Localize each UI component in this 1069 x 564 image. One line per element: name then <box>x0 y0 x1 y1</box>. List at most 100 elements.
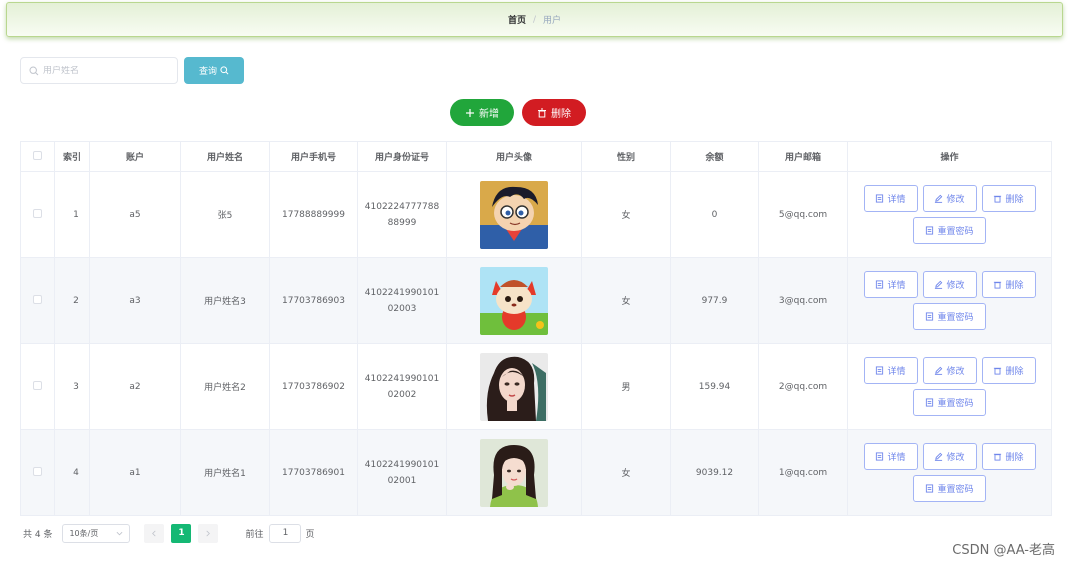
row-checkbox[interactable] <box>33 208 42 218</box>
cell-actions: 详情 修改 删除 重置密码 <box>847 257 1052 344</box>
cell-id-card: 410224199010102001 <box>357 429 447 516</box>
page-number-current[interactable]: 1 <box>171 523 192 543</box>
query-button-label: 查询 <box>198 67 217 77</box>
cell-email: 2@qq.com <box>758 343 848 430</box>
cell-index: 2 <box>54 257 90 344</box>
chevron-right-icon <box>206 530 211 536</box>
delete-label: 删除 <box>1005 453 1024 463</box>
detail-button[interactable]: 详情 <box>863 443 918 470</box>
cell-phone: 17703786901 <box>269 429 358 516</box>
breadcrumb-home[interactable]: 首页 <box>508 13 526 26</box>
edit-button[interactable]: 修改 <box>922 185 977 212</box>
delete-button[interactable]: 删除 <box>981 357 1036 384</box>
cartoon-fox-avatar[interactable] <box>480 266 548 335</box>
cell-account: a5 <box>89 171 181 258</box>
pencil-icon <box>935 280 943 289</box>
reset-password-button[interactable]: 重置密码 <box>913 475 986 502</box>
detail-label: 详情 <box>887 195 906 205</box>
col-header-account: 账户 <box>89 141 181 172</box>
cell-id-card: 410224199010102003 <box>357 257 447 344</box>
detail-button[interactable]: 详情 <box>863 357 918 384</box>
trash-icon <box>994 453 1002 461</box>
delete-button[interactable]: 删除 <box>981 185 1036 212</box>
trash-icon <box>994 281 1002 289</box>
next-page-button[interactable] <box>198 523 219 543</box>
reset-password-button[interactable]: 重置密码 <box>913 217 986 244</box>
select-all-checkbox[interactable] <box>33 150 42 160</box>
trash-icon <box>538 108 546 117</box>
row-checkbox[interactable] <box>33 294 42 304</box>
edit-button[interactable]: 修改 <box>922 443 977 470</box>
select-all-cell <box>20 141 55 172</box>
delete-button[interactable]: 删除 <box>981 271 1036 298</box>
cell-gender: 女 <box>581 257 671 344</box>
reset-password-label: 重置密码 <box>937 227 974 237</box>
col-header-name: 用户姓名 <box>180 141 270 172</box>
edit-button[interactable]: 修改 <box>922 271 977 298</box>
user-table: 索引 账户 用户姓名 用户手机号 用户身份证号 用户头像 性别 余额 用户邮箱 … <box>20 141 1052 516</box>
row-select-cell <box>20 343 55 430</box>
watermark: CSDN @AA-老高 <box>952 543 1055 558</box>
chevron-left-icon <box>152 530 157 536</box>
col-header-phone: 用户手机号 <box>269 141 358 172</box>
document-icon <box>876 452 884 461</box>
detail-button[interactable]: 详情 <box>863 271 918 298</box>
document-icon <box>926 398 934 407</box>
row-checkbox[interactable] <box>33 380 42 390</box>
col-header-index: 索引 <box>54 141 90 172</box>
cell-name: 用户姓名3 <box>180 257 270 344</box>
cartoon-boy-glasses-avatar[interactable] <box>480 180 548 249</box>
cell-email: 3@qq.com <box>758 257 848 344</box>
search-field[interactable] <box>20 57 178 84</box>
document-icon <box>876 280 884 289</box>
page-size-select[interactable]: 10条/页 <box>62 523 131 543</box>
cell-actions: 详情 修改 删除 重置密码 <box>847 429 1052 516</box>
girl-photo-avatar[interactable] <box>480 438 548 507</box>
edit-label: 修改 <box>946 281 965 291</box>
cell-balance: 0 <box>670 171 759 258</box>
table-row: 4 a1 用户姓名1 17703786901 41022419901010200… <box>20 429 1052 516</box>
cell-account: a3 <box>89 257 181 344</box>
col-header-gender: 性别 <box>581 141 671 172</box>
edit-button[interactable]: 修改 <box>922 357 977 384</box>
cell-email: 5@qq.com <box>758 171 848 258</box>
illustrated-woman-avatar[interactable] <box>480 352 548 421</box>
detail-label: 详情 <box>887 453 906 463</box>
row-select-cell <box>20 429 55 516</box>
edit-label: 修改 <box>946 367 965 377</box>
edit-label: 修改 <box>946 453 965 463</box>
cell-name: 用户姓名2 <box>180 343 270 430</box>
col-header-avatar: 用户头像 <box>446 141 582 172</box>
delete-label: 删除 <box>1005 367 1024 377</box>
batch-delete-label: 删除 <box>551 109 571 120</box>
delete-button[interactable]: 删除 <box>981 443 1036 470</box>
row-select-cell <box>20 257 55 344</box>
reset-password-button[interactable]: 重置密码 <box>913 389 986 416</box>
document-icon <box>926 484 934 493</box>
detail-button[interactable]: 详情 <box>863 185 918 212</box>
document-icon <box>876 366 884 375</box>
breadcrumb-separator: / <box>532 14 537 25</box>
col-header-id-card: 用户身份证号 <box>357 141 447 172</box>
chevron-down-icon <box>117 531 123 535</box>
cell-actions: 详情 修改 删除 重置密码 <box>847 343 1052 430</box>
cell-phone: 17788889999 <box>269 171 358 258</box>
cell-id-card: 410224199010102002 <box>357 343 447 430</box>
cell-id-card: 410222477778888999 <box>357 171 447 258</box>
goto-page-input[interactable]: 1 <box>269 523 302 543</box>
reset-password-button[interactable]: 重置密码 <box>913 303 986 330</box>
row-checkbox[interactable] <box>33 466 42 476</box>
add-button[interactable]: 新增 <box>450 99 514 126</box>
prev-page-button[interactable] <box>144 523 165 543</box>
detail-label: 详情 <box>887 281 906 291</box>
cell-account: a1 <box>89 429 181 516</box>
query-button[interactable]: 查询 <box>184 57 244 84</box>
cell-balance: 159.94 <box>670 343 759 430</box>
reset-password-label: 重置密码 <box>937 485 974 495</box>
document-icon <box>926 226 934 235</box>
batch-delete-button[interactable]: 删除 <box>522 99 586 126</box>
cell-avatar <box>446 429 582 516</box>
search-input[interactable] <box>43 65 163 76</box>
reset-password-label: 重置密码 <box>937 313 974 323</box>
pencil-icon <box>935 366 943 375</box>
